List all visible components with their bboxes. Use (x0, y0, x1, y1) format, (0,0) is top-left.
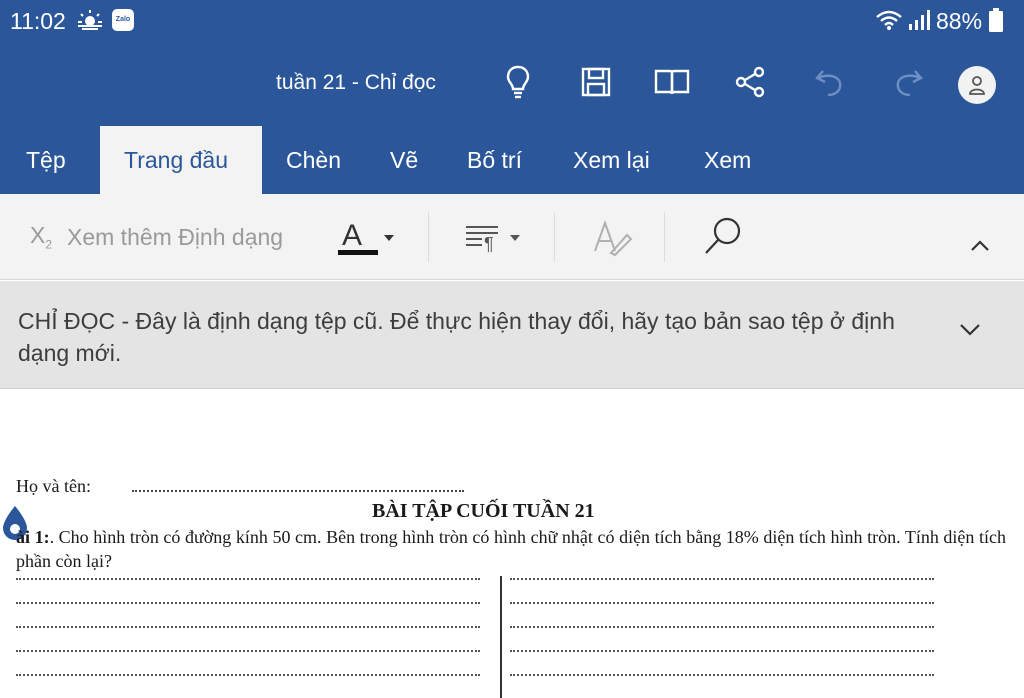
tab-review[interactable]: Xem lại (573, 126, 650, 194)
collapse-ribbon-icon[interactable] (962, 220, 998, 270)
font-color-letter: A (342, 219, 362, 252)
answer-line (510, 602, 934, 604)
answer-line (16, 602, 480, 604)
ribbon-divider (554, 212, 555, 262)
answer-column-divider (500, 576, 502, 698)
paragraph-format-button[interactable]: ¶ (462, 212, 528, 262)
styles-icon[interactable] (586, 212, 636, 262)
exercise-paragraph: ài 1:. Cho hình tròn có đường kính 50 cm… (16, 525, 1006, 573)
read-only-banner: CHỈ ĐỌC - Đây là định dạng tệp cũ. Để th… (0, 281, 1024, 389)
search-icon[interactable] (698, 212, 748, 262)
tab-insert[interactable]: Chèn (286, 126, 341, 194)
document-heading: BÀI TẬP CUỐI TUẦN 21 (372, 500, 595, 522)
save-icon[interactable] (576, 62, 616, 102)
tab-draw[interactable]: Vẽ (390, 126, 418, 194)
tab-view[interactable]: Xem (704, 126, 751, 194)
answer-line (510, 650, 934, 652)
document-title[interactable]: tuần 21 - Chỉ đọc (276, 71, 436, 95)
font-color-button[interactable]: A (336, 212, 402, 262)
tab-layout[interactable]: Bố trí (467, 126, 522, 194)
wifi-icon (876, 10, 902, 30)
answer-line (16, 674, 480, 676)
name-label: Họ và tên: (16, 476, 91, 496)
reading-mode-icon[interactable] (652, 62, 692, 102)
more-formatting-button[interactable]: Xem thêm Định dạng (67, 224, 283, 251)
status-time: 11:02 (10, 8, 66, 34)
weather-icon (78, 10, 102, 30)
expand-banner-icon[interactable] (956, 320, 984, 340)
battery-level: 88% (936, 8, 983, 34)
signal-icon (909, 10, 930, 30)
share-icon[interactable] (730, 62, 770, 102)
undo-icon[interactable] (810, 62, 850, 102)
answer-line (16, 650, 480, 652)
title-bar: tuần 21 - Chỉ đọc (0, 56, 1024, 112)
exercise-label: ài 1: (16, 527, 50, 547)
ribbon-toolbar: X2 Xem thêm Định dạng A ¶ (0, 194, 1024, 280)
battery-icon (989, 8, 1003, 32)
ribbon-divider (664, 212, 665, 262)
answer-line (16, 626, 480, 628)
ribbon-divider (428, 212, 429, 262)
redo-icon[interactable] (888, 62, 928, 102)
name-blank-line (132, 480, 464, 492)
answer-line (510, 578, 934, 580)
status-bar: 11:02 Zalo 88% (0, 0, 1024, 44)
answer-line (510, 674, 934, 676)
app-header: 11:02 Zalo 88% tuần 21 - Chỉ đọc Tệp Tra… (0, 0, 1024, 194)
account-icon[interactable] (958, 66, 996, 104)
ribbon-tabs: Tệp Trang đầu Chèn Vẽ Bố trí Xem lại Xem (0, 126, 1024, 194)
tab-home[interactable]: Trang đầu (100, 126, 262, 194)
tab-file[interactable]: Tệp (26, 126, 66, 194)
lightbulb-icon[interactable] (498, 62, 538, 102)
answer-line (510, 626, 934, 628)
zalo-icon: Zalo (112, 9, 134, 31)
document-page[interactable]: Họ và tên: BÀI TẬP CUỐI TUẦN 21 ài 1:. C… (0, 390, 1024, 698)
answer-line (16, 578, 480, 580)
subscript-button[interactable]: X2 (30, 222, 52, 252)
svg-text:¶: ¶ (484, 234, 494, 254)
banner-message: CHỈ ĐỌC - Đây là định dạng tệp cũ. Để th… (18, 308, 895, 366)
exercise-body: . Cho hình tròn có đường kính 50 cm. Bên… (16, 527, 1006, 571)
